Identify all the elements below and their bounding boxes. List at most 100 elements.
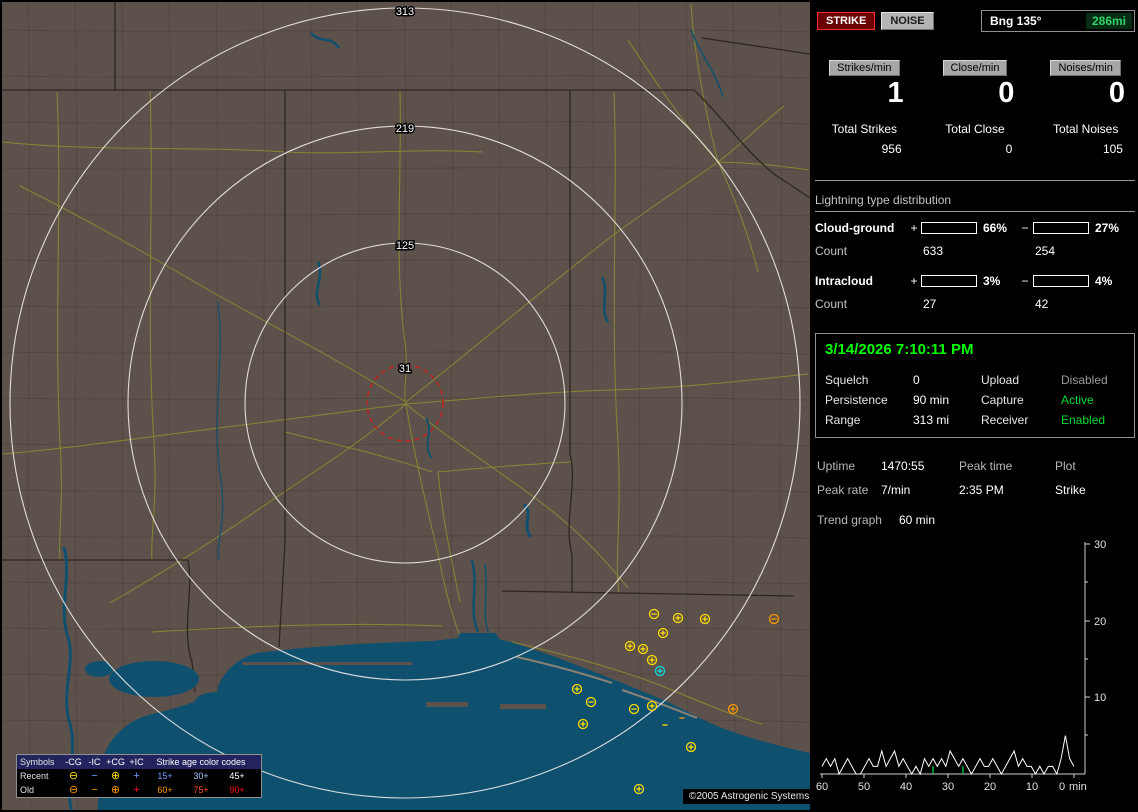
cloud-ground-row: Cloud-ground + 66% − 27% — [815, 221, 1135, 235]
age-15: 15+ — [147, 769, 183, 783]
y-tick-30: 30 — [1094, 539, 1106, 551]
cg-minus-old-icon: ⊖ — [63, 784, 84, 797]
plot-label: Plot — [1055, 454, 1135, 478]
section-divider — [815, 180, 1135, 181]
positive-sign: + — [907, 221, 921, 235]
cloud-ground-count-row: Count 633 254 — [815, 244, 1135, 258]
intracloud-count-row: Count 27 42 — [815, 297, 1135, 311]
x-tick-20: 20 — [984, 781, 996, 793]
age-90: 90+ — [219, 783, 255, 797]
legend-age-title: Strike age color codes — [147, 755, 255, 769]
status-row-persistence-capture: Persistence 90 min Capture Active — [825, 390, 1125, 410]
range-label-219: 219 — [396, 123, 414, 135]
ic-minus-recent-icon: − — [84, 770, 105, 783]
peak-rate-value: 7/min — [881, 478, 959, 502]
total-strikes-label: Total Strikes — [815, 122, 914, 136]
peak-time-value: 2:35 PM — [959, 478, 1055, 502]
legend-recent-row: Recent ⊖ − ⊕ + 15+ 30+ 45+ — [17, 769, 261, 783]
cg-negative-count: 254 — [1033, 244, 1091, 258]
x-tick-60: 60 — [816, 781, 828, 793]
receiver-value: Enabled — [1061, 410, 1125, 430]
strikes-per-min-column: Strikes/min 1 Total Strikes 956 — [815, 60, 914, 156]
range-label-313: 313 — [396, 6, 414, 18]
ic-negative-pct: 4% — [1091, 274, 1131, 288]
range-label-125: 125 — [396, 240, 414, 252]
storm-map[interactable]: 313 219 125 31 Symbols -CG -IC +CG +IC S… — [2, 2, 810, 810]
current-timestamp: 3/14/2026 7:10:11 PM — [825, 341, 1125, 358]
mode-strip: STRIKE NOISE Bng 135° 286mi — [817, 10, 1135, 32]
intracloud-row: Intracloud + 3% − 4% — [815, 274, 1135, 288]
peak-time-label: Peak time — [959, 454, 1055, 478]
x-tick-0: 0 — [1059, 781, 1065, 793]
map-legend: Symbols -CG -IC +CG +IC Strike age color… — [16, 754, 262, 798]
noise-tab-button[interactable]: NOISE — [881, 12, 933, 30]
trend-graph: 30 20 10 60 50 40 30 20 10 0 min — [815, 536, 1135, 799]
uptime-label: Uptime — [817, 454, 881, 478]
plot-value: Strike — [1055, 478, 1135, 502]
ic-positive-pct: 3% — [979, 274, 1017, 288]
capture-label: Capture — [981, 390, 1061, 410]
stats-section: Uptime 1470:55 Peak time Plot Peak rate … — [815, 454, 1135, 532]
strikes-per-min-value: 1 — [815, 76, 914, 110]
x-tick-50: 50 — [858, 781, 870, 793]
total-strikes-value: 956 — [815, 142, 914, 156]
total-close-value: 0 — [926, 142, 1025, 156]
cg-positive-pct: 66% — [979, 221, 1017, 235]
x-tick-10: 10 — [1026, 781, 1038, 793]
stats-row-1: Uptime 1470:55 Peak time Plot — [815, 454, 1135, 478]
cg-positive-bar — [921, 222, 977, 234]
legend-col-cg-neg: -CG — [63, 755, 84, 769]
squelch-label: Squelch — [825, 370, 913, 390]
legend-col-ic-neg: -IC — [84, 755, 105, 769]
trend-graph-row: Trend graph 60 min — [815, 508, 1135, 532]
negative-sign: − — [1017, 274, 1033, 288]
legend-old-row: Old ⊖ − ⊕ + 60+ 75+ 90+ — [17, 783, 261, 797]
count-label: Count — [815, 244, 907, 258]
range-label: Range — [825, 410, 913, 430]
upload-value: Disabled — [1061, 370, 1125, 390]
status-row-range-receiver: Range 313 mi Receiver Enabled — [825, 410, 1125, 430]
ic-plus-old-icon: + — [126, 784, 147, 797]
ic-negative-count: 42 — [1033, 297, 1091, 311]
capture-value: Active — [1061, 390, 1125, 410]
cg-minus-recent-icon: ⊖ — [63, 770, 84, 783]
close-per-min-value: 0 — [926, 76, 1025, 110]
total-close-label: Total Close — [926, 122, 1025, 136]
trend-graph-window: 60 min — [899, 508, 1135, 532]
age-45: 45+ — [219, 769, 255, 783]
cg-plus-old-icon: ⊕ — [105, 784, 126, 797]
noises-per-min-header: Noises/min — [1050, 60, 1120, 76]
age-30: 30+ — [183, 769, 219, 783]
distribution-title: Lightning type distribution — [815, 193, 1135, 212]
cg-positive-count: 633 — [921, 244, 979, 258]
legend-header-row: Symbols -CG -IC +CG +IC Strike age color… — [17, 755, 261, 769]
intracloud-label: Intracloud — [815, 274, 907, 288]
trend-strike-line — [822, 736, 1074, 774]
ic-positive-count: 27 — [921, 297, 979, 311]
map-canvas: 313 219 125 31 — [2, 2, 810, 810]
bearing-readout: Bng 135° 286mi — [981, 10, 1135, 32]
strike-tab-button[interactable]: STRIKE — [817, 12, 875, 30]
close-per-min-header: Close/min — [943, 60, 1008, 76]
noises-per-min-column: Noises/min 0 Total Noises 105 — [1036, 60, 1135, 156]
y-tick-20: 20 — [1094, 616, 1106, 628]
strikes-per-min-header: Strikes/min — [829, 60, 899, 76]
bearing-label: Bng 135° — [990, 14, 1041, 28]
rates-section: Strikes/min 1 Total Strikes 956 Close/mi… — [815, 60, 1135, 156]
age-60: 60+ — [147, 783, 183, 797]
age-75: 75+ — [183, 783, 219, 797]
ic-minus-old-icon: − — [84, 784, 105, 797]
positive-sign: + — [907, 274, 921, 288]
legend-col-cg-pos: +CG — [105, 755, 126, 769]
count-label: Count — [815, 297, 907, 311]
cg-negative-bar — [1033, 222, 1089, 234]
y-tick-10: 10 — [1094, 692, 1106, 704]
system-status-box: 3/14/2026 7:10:11 PM Squelch 0 Upload Di… — [815, 333, 1135, 438]
cloud-ground-label: Cloud-ground — [815, 221, 907, 235]
close-per-min-column: Close/min 0 Total Close 0 — [926, 60, 1025, 156]
status-row-squelch-upload: Squelch 0 Upload Disabled — [825, 370, 1125, 390]
persistence-value: 90 min — [913, 390, 981, 410]
copyright-notice: ©2005 Astrogenic Systems — [683, 789, 810, 804]
receiver-label: Receiver — [981, 410, 1061, 430]
legend-old-label: Old — [17, 783, 63, 797]
